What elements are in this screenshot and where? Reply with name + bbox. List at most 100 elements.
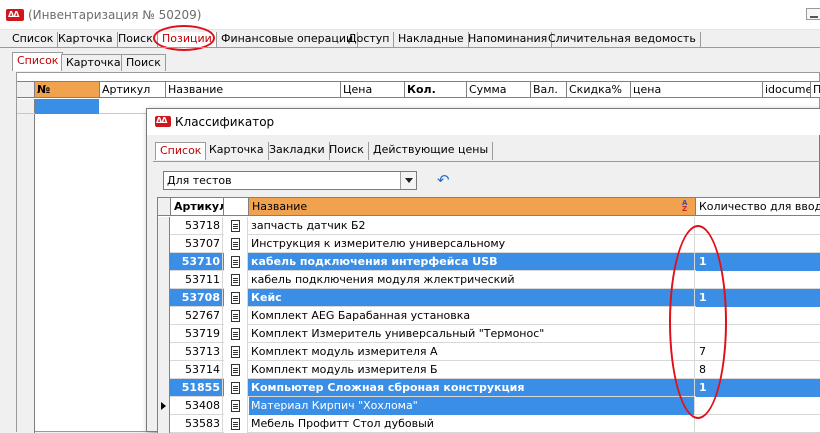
filter-dropdown-value: Для тестов xyxy=(167,174,232,187)
top-tab-bar: Список Карточка Поиск Позиции Финансовые… xyxy=(8,30,820,48)
dcol-name-label: Название xyxy=(252,200,308,213)
row-indicator[interactable] xyxy=(158,235,170,253)
col-unit-price[interactable]: цена xyxy=(631,82,763,97)
row-doc-cell xyxy=(224,361,248,379)
row-doc-cell xyxy=(224,271,248,289)
row-article: 53718 xyxy=(171,217,223,235)
minimize-button[interactable] xyxy=(806,8,820,20)
row-indicator[interactable] xyxy=(158,271,170,289)
col-sum[interactable]: Сумма xyxy=(467,82,531,97)
classifier-row[interactable]: 53408 Материал Кирпич "Хохлома" xyxy=(158,397,820,415)
tab-card[interactable]: Карточка xyxy=(54,32,118,48)
window-title: (Инвентаризация № 50209) xyxy=(28,8,202,22)
row-article: 53710 xyxy=(171,253,223,271)
row-article: 53719 xyxy=(171,325,223,343)
row-qty-input[interactable] xyxy=(696,217,820,235)
row-indicator[interactable] xyxy=(158,415,170,433)
document-icon xyxy=(231,400,240,412)
row-article: 53711 xyxy=(171,271,223,289)
tab-search[interactable]: Поиск xyxy=(114,32,158,48)
tab-reminders[interactable]: Напоминания xyxy=(464,32,553,48)
chevron-down-icon[interactable] xyxy=(400,172,416,189)
app-logo-icon: ΔΔ xyxy=(6,9,24,21)
row-name: Компьютер Сложная сброная конструкция xyxy=(249,379,695,397)
row-name: Комплект Измеритель универсальный "Термо… xyxy=(249,325,695,343)
row-article: 53408 xyxy=(171,397,223,415)
row-doc-cell xyxy=(224,343,248,361)
current-row-arrow-icon xyxy=(161,402,166,410)
document-icon xyxy=(231,328,240,340)
inner-tab-list[interactable]: Список xyxy=(12,52,64,71)
dialog-tab-card[interactable]: Карточка xyxy=(205,142,269,160)
tab-comparison-sheet[interactable]: Сличительная ведомость xyxy=(544,32,701,48)
dcol-article[interactable]: Артикул xyxy=(171,198,224,216)
top-tab-divider xyxy=(0,47,820,48)
col-number[interactable]: № xyxy=(35,82,100,97)
main-window: ΔΔ (Инвентаризация № 50209) Список Карто… xyxy=(0,0,820,433)
tab-list[interactable]: Список xyxy=(8,32,59,48)
dialog-tab-current-prices[interactable]: Действующие цены xyxy=(369,142,494,160)
selected-cell[interactable] xyxy=(35,99,99,114)
row-doc-cell xyxy=(224,235,248,253)
document-icon xyxy=(231,238,240,250)
row-indicator[interactable] xyxy=(158,289,170,307)
row-indicator[interactable] xyxy=(158,217,170,235)
row-article: 51855 xyxy=(171,379,223,397)
document-icon xyxy=(231,364,240,376)
col-p[interactable]: П xyxy=(811,82,820,97)
inner-tab-search[interactable]: Поиск xyxy=(121,54,166,71)
row-doc-cell xyxy=(224,325,248,343)
row-indicator[interactable] xyxy=(158,343,170,361)
row-article: 53714 xyxy=(171,361,223,379)
row-doc-cell xyxy=(224,253,248,271)
tab-financial-operations[interactable]: Финансовые операции xyxy=(217,32,359,48)
row-indicator[interactable] xyxy=(158,361,170,379)
col-price[interactable]: Цена xyxy=(341,82,405,97)
document-icon xyxy=(231,274,240,286)
refresh-icon[interactable]: ↶ xyxy=(437,172,453,188)
row-indicator[interactable] xyxy=(158,379,170,397)
classifier-row[interactable]: 53707 Инструкция к измерителю универсальн… xyxy=(158,235,820,253)
dialog-tab-list[interactable]: Список xyxy=(155,142,207,160)
dialog-logo-icon: ΔΔ xyxy=(155,116,171,127)
row-name: Комплект модуль измерителя А xyxy=(249,343,695,361)
row-qty-input[interactable] xyxy=(696,415,820,433)
row-doc-cell xyxy=(224,289,248,307)
tab-invoices[interactable]: Накладные xyxy=(394,32,469,48)
document-icon xyxy=(231,310,240,322)
document-icon xyxy=(231,418,240,430)
dialog-tab-divider xyxy=(153,161,820,162)
dcol-icon xyxy=(224,198,249,216)
row-article: 53713 xyxy=(171,343,223,361)
dcol-name[interactable]: Название AZ xyxy=(249,198,696,216)
row-indicator[interactable] xyxy=(158,397,170,415)
row-doc-cell xyxy=(224,217,248,235)
dialog-grid-corner xyxy=(158,198,171,216)
col-qty[interactable]: Кол. xyxy=(405,82,467,97)
col-discount[interactable]: Скидка% xyxy=(567,82,631,97)
classifier-row[interactable]: 53718 запчасть датчик Б2 xyxy=(158,217,820,235)
row-name: Комплект модуль измерителя Б xyxy=(249,361,695,379)
filter-dropdown[interactable]: Для тестов xyxy=(163,171,417,190)
row-indicator[interactable] xyxy=(158,307,170,325)
dialog-tab-search[interactable]: Поиск xyxy=(325,142,369,160)
row-name: Инструкция к измерителю универсальному xyxy=(249,235,695,253)
col-idocument[interactable]: idocumen xyxy=(763,82,811,97)
row-article: 53583 xyxy=(171,415,223,433)
title-bar: ΔΔ (Инвентаризация № 50209) xyxy=(0,0,820,30)
annotation-circle-qty-column xyxy=(669,225,727,419)
dcol-qty[interactable]: Количество для ввода xyxy=(696,198,820,216)
tab-access[interactable]: Доступ xyxy=(344,32,395,48)
inner-tab-card[interactable]: Карточка xyxy=(61,54,126,71)
row-doc-cell xyxy=(224,307,248,325)
col-currency[interactable]: Вал. xyxy=(531,82,567,97)
classifier-row[interactable]: 53583 Мебель Профитт Стол дубовый xyxy=(158,415,820,433)
col-article[interactable]: Артикул xyxy=(100,82,166,97)
dialog-tab-bookmarks[interactable]: Закладки xyxy=(265,142,330,160)
row-indicator[interactable] xyxy=(158,325,170,343)
col-name[interactable]: Название xyxy=(166,82,341,97)
row-indicator[interactable] xyxy=(158,253,170,271)
row-name: Кейс xyxy=(249,289,695,307)
document-icon xyxy=(231,220,240,232)
row-name: Мебель Профитт Стол дубовый xyxy=(249,415,695,433)
